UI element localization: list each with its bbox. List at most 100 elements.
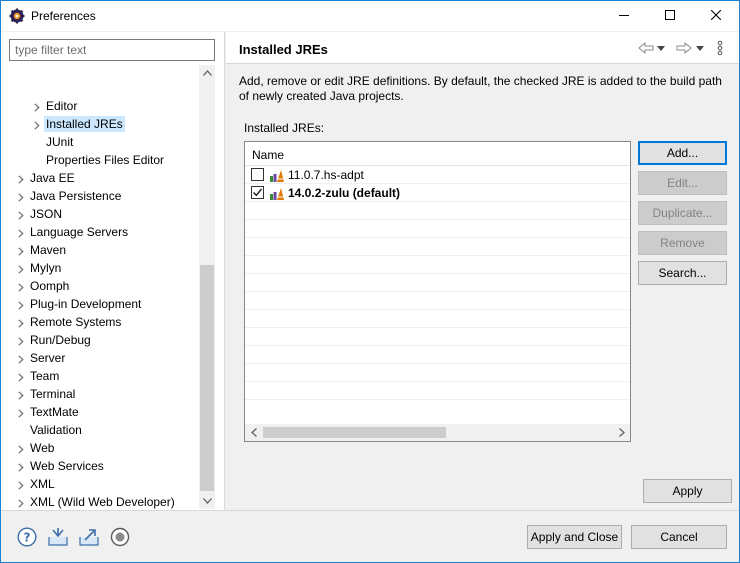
tree-item-label: Java EE	[30, 171, 75, 185]
tree-item[interactable]: Installed JREs	[1, 116, 199, 134]
tree-item-label: Web	[30, 441, 55, 455]
tree-scrollbar-thumb[interactable]	[200, 265, 214, 491]
expand-chevron-icon[interactable]	[16, 480, 26, 490]
tree-item[interactable]: Maven	[1, 242, 199, 260]
preferences-tree: Editor Installed JREs JUnit Properties File…	[1, 65, 199, 509]
tree-item[interactable]: Language Servers	[1, 224, 199, 242]
scroll-right-arrow-icon[interactable]	[613, 424, 630, 441]
tree-item[interactable]: Team	[1, 368, 199, 386]
expand-chevron-icon[interactable]	[16, 408, 26, 418]
forward-dropdown-icon[interactable]	[695, 40, 705, 56]
filter-input[interactable]	[9, 39, 215, 61]
remove-jre-button[interactable]: Remove	[638, 231, 727, 255]
tree-item[interactable]: Remote Systems	[1, 314, 199, 332]
installed-jres-table[interactable]: Name 11.0.7.hs-adpt 14.0.2-zulu (default)	[244, 141, 631, 442]
empty-table-row	[245, 328, 630, 346]
expand-chevron-icon[interactable]	[32, 120, 42, 130]
scroll-down-arrow-icon[interactable]	[199, 493, 215, 509]
close-button[interactable]	[693, 1, 739, 31]
tree-item-label: Remote Systems	[30, 315, 122, 329]
table-horizontal-scrollbar[interactable]	[245, 424, 630, 441]
tree-item-label: XML	[30, 477, 55, 491]
tree-item[interactable]: Run/Debug	[1, 332, 199, 350]
tree-item-label: Oomph	[30, 279, 70, 293]
tree-item[interactable]: Java Persistence	[1, 188, 199, 206]
tree-item[interactable]: Mylyn	[1, 260, 199, 278]
minimize-icon	[619, 9, 629, 23]
expand-chevron-icon[interactable]	[16, 390, 26, 400]
tree-item-label: JSON	[30, 207, 63, 221]
export-preferences-icon[interactable]	[78, 526, 100, 548]
tree-item[interactable]: JUnit	[1, 134, 199, 152]
tree-item-label: Web Services	[30, 459, 104, 473]
page-header: Installed JREs	[226, 32, 739, 64]
apply-button[interactable]: Apply	[643, 479, 732, 503]
tree-item-label: Java Persistence	[30, 189, 122, 203]
expand-chevron-icon[interactable]	[16, 372, 26, 382]
tree-item[interactable]: XML (Wild Web Developer)	[1, 494, 199, 509]
expand-chevron-icon[interactable]	[16, 462, 26, 472]
expand-chevron-icon[interactable]	[32, 102, 42, 112]
expand-chevron-icon[interactable]	[16, 318, 26, 328]
maximize-button[interactable]	[647, 1, 693, 31]
table-header[interactable]: Name	[245, 142, 630, 166]
back-dropdown-icon[interactable]	[656, 40, 666, 56]
jre-name: 11.0.7.hs-adpt	[288, 168, 364, 182]
expand-chevron-icon[interactable]	[16, 444, 26, 454]
jre-checkbox[interactable]	[251, 186, 264, 199]
expand-chevron-icon[interactable]	[16, 336, 26, 346]
expand-chevron-icon[interactable]	[16, 498, 26, 508]
help-icon[interactable]: ?	[16, 526, 38, 548]
expand-chevron-icon[interactable]	[16, 210, 26, 220]
add-jre-button[interactable]: Add...	[638, 141, 727, 165]
empty-table-row	[245, 256, 630, 274]
expand-chevron-icon[interactable]	[16, 246, 26, 256]
expand-chevron-icon[interactable]	[16, 354, 26, 364]
import-preferences-icon[interactable]	[47, 526, 69, 548]
tree-item-label: Terminal	[30, 387, 76, 401]
tree-vertical-scrollbar[interactable]	[199, 65, 215, 509]
scroll-up-arrow-icon[interactable]	[199, 65, 215, 81]
tree-item[interactable]: Validation	[1, 422, 199, 440]
tree-item[interactable]: TextMate	[1, 404, 199, 422]
title-bar[interactable]: Preferences	[1, 1, 739, 31]
tree-item[interactable]: Web Services	[1, 458, 199, 476]
tree-item[interactable]: XML	[1, 476, 199, 494]
tree-item[interactable]: Java EE	[1, 170, 199, 188]
edit-jre-button[interactable]: Edit...	[638, 171, 727, 195]
tree-item[interactable]: Server	[1, 350, 199, 368]
search-jre-button[interactable]: Search...	[638, 261, 727, 285]
table-scrollbar-thumb[interactable]	[263, 427, 446, 438]
jre-row[interactable]: 14.0.2-zulu (default)	[245, 184, 630, 202]
scroll-left-arrow-icon[interactable]	[245, 424, 262, 441]
cancel-button[interactable]: Cancel	[631, 525, 727, 549]
tree-item[interactable]: Properties Files Editor	[1, 152, 199, 170]
empty-table-row	[245, 382, 630, 400]
svg-text:?: ?	[24, 531, 31, 545]
expand-chevron-icon[interactable]	[16, 228, 26, 238]
empty-table-row	[245, 364, 630, 382]
empty-table-row	[245, 310, 630, 328]
forward-arrow-icon[interactable]	[676, 40, 692, 56]
view-menu-icon[interactable]	[715, 40, 725, 56]
record-preferences-icon[interactable]	[109, 526, 131, 548]
name-column-header[interactable]: Name	[252, 148, 284, 162]
tree-item[interactable]: Oomph	[1, 278, 199, 296]
tree-item[interactable]: Editor	[1, 98, 199, 116]
expand-chevron-icon[interactable]	[16, 192, 26, 202]
jre-row[interactable]: 11.0.7.hs-adpt	[245, 166, 630, 184]
tree-item[interactable]: JSON	[1, 206, 199, 224]
apply-and-close-button[interactable]: Apply and Close	[527, 525, 622, 549]
duplicate-jre-button[interactable]: Duplicate...	[638, 201, 727, 225]
tree-item[interactable]: Web	[1, 440, 199, 458]
minimize-button[interactable]	[601, 1, 647, 31]
expand-chevron-icon[interactable]	[16, 300, 26, 310]
close-icon	[710, 9, 722, 23]
jre-checkbox[interactable]	[251, 168, 264, 181]
back-arrow-icon[interactable]	[638, 40, 654, 56]
expand-chevron-icon[interactable]	[16, 264, 26, 274]
expand-chevron-icon[interactable]	[16, 282, 26, 292]
tree-item[interactable]: Plug-in Development	[1, 296, 199, 314]
expand-chevron-icon[interactable]	[16, 174, 26, 184]
tree-item[interactable]: Terminal	[1, 386, 199, 404]
